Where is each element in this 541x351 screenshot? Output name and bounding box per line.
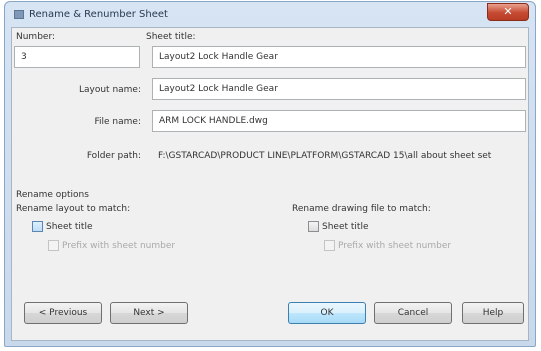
- dialog-title: Rename & Renumber Sheet: [29, 9, 168, 20]
- number-label: Number:: [16, 32, 56, 42]
- help-button[interactable]: Help: [462, 302, 524, 324]
- drawing-sheet-title-checkbox[interactable]: [308, 221, 319, 232]
- sheet-title-label: Sheet title:: [146, 32, 196, 42]
- rename-options-heading: Rename options: [16, 190, 89, 200]
- rename-layout-heading: Rename layout to match:: [16, 204, 131, 214]
- layout-prefix-label: Prefix with sheet number: [62, 241, 176, 251]
- drawing-prefix-label: Prefix with sheet number: [338, 241, 452, 251]
- drawing-sheet-title-label: Sheet title: [322, 222, 369, 232]
- layout-name-label: Layout name:: [78, 85, 141, 95]
- folder-path-value: F:\GSTARCAD\PRODUCT LINE\PLATFORM\GSTARC…: [158, 151, 492, 161]
- previous-button[interactable]: < Previous: [24, 302, 102, 324]
- rename-renumber-dialog: Rename & Renumber Sheet ✕ Number: Sheet …: [4, 1, 536, 347]
- folder-path-label: Folder path:: [86, 151, 141, 161]
- layout-sheet-title-checkbox[interactable]: [32, 221, 43, 232]
- layout-prefix-checkbox[interactable]: [48, 240, 59, 251]
- sheet-title-input[interactable]: Layout2 Lock Handle Gear: [152, 46, 526, 68]
- ok-button[interactable]: OK: [288, 302, 366, 324]
- close-button[interactable]: ✕: [487, 3, 529, 21]
- file-name-label: File name:: [94, 117, 141, 127]
- next-button[interactable]: Next >: [110, 302, 188, 324]
- number-input[interactable]: 3: [14, 46, 140, 68]
- drawing-prefix-checkbox[interactable]: [324, 240, 335, 251]
- file-name-input[interactable]: ARM LOCK HANDLE.dwg: [152, 110, 526, 132]
- title-bar[interactable]: Rename & Renumber Sheet ✕: [5, 2, 535, 28]
- rename-drawing-heading: Rename drawing file to match:: [292, 204, 431, 214]
- app-icon: [14, 10, 24, 19]
- layout-sheet-title-label: Sheet title: [46, 222, 93, 232]
- cancel-button[interactable]: Cancel: [374, 302, 452, 324]
- close-icon: ✕: [503, 5, 513, 18]
- layout-name-input[interactable]: Layout2 Lock Handle Gear: [152, 78, 526, 100]
- dialog-body: Number: Sheet title: 3 Layout2 Lock Hand…: [11, 27, 529, 341]
